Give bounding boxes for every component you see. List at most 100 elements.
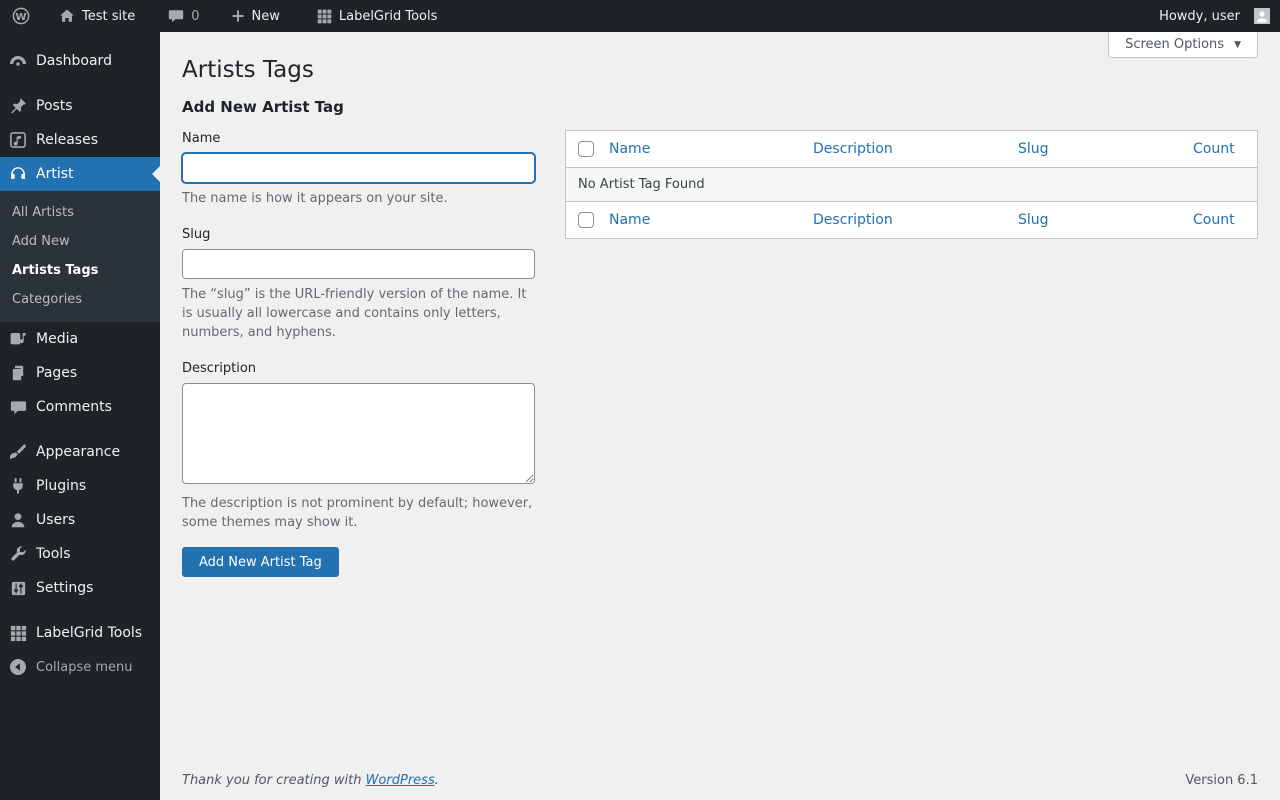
name-input[interactable] — [182, 153, 535, 183]
plus-icon — [230, 8, 246, 24]
footer-thanks: Thank you for creating with WordPress. — [182, 773, 439, 788]
sidebar-item-plugins[interactable]: Plugins — [0, 469, 160, 503]
submenu-item-artists-tags[interactable]: Artists Tags — [0, 256, 160, 285]
sidebar-item-label: Artist — [36, 166, 74, 182]
comments-menu[interactable]: 0 — [157, 0, 209, 32]
paintbrush-icon — [8, 442, 28, 462]
site-name-label: Test site — [82, 8, 136, 24]
sidebar-item-label: Media — [36, 331, 79, 347]
sidebar-item-posts[interactable]: Posts — [0, 89, 160, 123]
wordpress-logo-icon: W — [11, 6, 31, 26]
collapse-menu-button[interactable]: Collapse menu — [0, 650, 160, 684]
howdy-label: Howdy, user — [1159, 8, 1240, 24]
sidebar-item-dashboard[interactable]: Dashboard — [0, 44, 160, 78]
footer-thanks-suffix: . — [434, 773, 439, 788]
sliders-icon — [8, 579, 28, 598]
description-hint: The description is not prominent by defa… — [182, 496, 533, 530]
dashboard-gauge-icon — [8, 51, 28, 71]
media-icon — [8, 329, 28, 349]
sidebar-item-label: Comments — [36, 399, 112, 415]
submenu-item-categories[interactable]: Categories — [0, 285, 160, 314]
submenu-item-all-artists[interactable]: All Artists — [0, 198, 160, 227]
slug-label: Slug — [182, 227, 211, 242]
main-content: Screen Options ▼ Artists Tags Add New Ar… — [160, 32, 1280, 800]
sidebar-item-label: Collapse menu — [36, 659, 133, 675]
slug-input[interactable] — [182, 249, 535, 279]
submenu-item-add-new[interactable]: Add New — [0, 227, 160, 256]
sidebar-item-appearance[interactable]: Appearance — [0, 435, 160, 469]
sort-count-column[interactable]: Count — [1193, 141, 1235, 157]
grid-icon — [316, 8, 333, 25]
add-artist-tag-form: Add New Artist Tag Name The name is how … — [182, 98, 535, 577]
comment-count: 0 — [191, 8, 200, 24]
sidebar-item-releases[interactable]: Releases — [0, 123, 160, 157]
sort-description-column[interactable]: Description — [813, 141, 893, 157]
sidebar-item-label: Releases — [36, 132, 98, 148]
page-title: Artists Tags — [182, 57, 314, 83]
table-footer-row: Name Description Slug Count — [566, 202, 1257, 238]
sort-name-column-footer[interactable]: Name — [609, 212, 650, 228]
sort-count-column-footer[interactable]: Count — [1193, 212, 1235, 228]
headphones-icon — [8, 164, 28, 184]
my-account-menu[interactable]: Howdy, user — [1159, 0, 1270, 32]
sidebar-item-label: LabelGrid Tools — [36, 625, 143, 641]
sidebar-item-artist[interactable]: Artist — [0, 157, 160, 191]
sidebar-item-pages[interactable]: Pages — [0, 356, 160, 390]
home-icon — [58, 7, 76, 25]
sidebar-item-label: Pages — [36, 365, 78, 381]
sort-slug-column-footer[interactable]: Slug — [1018, 212, 1049, 228]
person-icon — [8, 510, 28, 530]
sidebar-item-label: Settings — [36, 580, 94, 596]
sort-description-column-footer[interactable]: Description — [813, 212, 893, 228]
sidebar-item-tools[interactable]: Tools — [0, 537, 160, 571]
select-all-checkbox[interactable] — [578, 141, 594, 157]
collapse-arrow-icon — [8, 657, 28, 677]
wrench-icon — [8, 544, 28, 564]
sidebar-item-labelgrid-tools[interactable]: LabelGrid Tools — [0, 616, 160, 650]
form-heading: Add New Artist Tag — [182, 98, 344, 116]
comment-bubble-icon — [167, 7, 185, 25]
chevron-down-icon: ▼ — [1234, 39, 1241, 50]
labelgrid-label: LabelGrid Tools — [338, 8, 438, 24]
new-label: New — [251, 8, 280, 24]
empty-table-message: No Artist Tag Found — [566, 167, 1257, 202]
sidebar-item-media[interactable]: Media — [0, 322, 160, 356]
slug-hint: The “slug” is the URL-friendly version o… — [182, 287, 527, 340]
artist-tags-table: Name Description Slug Count No Artist Ta… — [565, 130, 1258, 239]
add-new-artist-tag-button[interactable]: Add New Artist Tag — [182, 547, 339, 577]
footer-thanks-prefix: Thank you for creating with — [182, 773, 366, 788]
grid-icon — [8, 624, 28, 643]
sidebar-item-label: Dashboard — [36, 53, 112, 69]
pushpin-icon — [8, 96, 28, 116]
wordpress-link[interactable]: WordPress — [366, 773, 435, 788]
sidebar-item-label: Appearance — [36, 444, 121, 460]
admin-sidebar: Dashboard Posts Releases Artist All Arti… — [0, 32, 160, 800]
sidebar-item-users[interactable]: Users — [0, 503, 160, 537]
name-label: Name — [182, 131, 221, 146]
sidebar-item-label: Users — [36, 512, 76, 528]
svg-text:W: W — [15, 12, 26, 23]
plug-icon — [8, 476, 28, 496]
sidebar-item-comments[interactable]: Comments — [0, 390, 160, 424]
sort-name-column[interactable]: Name — [609, 141, 650, 157]
sidebar-item-label: Plugins — [36, 478, 87, 494]
sidebar-item-label: Tools — [36, 546, 71, 562]
screen-options-button[interactable]: Screen Options ▼ — [1108, 32, 1258, 58]
admin-footer: Thank you for creating with WordPress. V… — [182, 773, 1258, 788]
description-textarea[interactable] — [182, 383, 535, 484]
table-header-row: Name Description Slug Count — [566, 131, 1257, 167]
footer-version: Version 6.1 — [1185, 773, 1258, 788]
screen-options-label: Screen Options — [1125, 37, 1225, 52]
select-all-checkbox-footer[interactable] — [578, 212, 594, 228]
comment-bubble-icon — [8, 398, 28, 417]
name-hint: The name is how it appears on your site. — [182, 191, 448, 206]
sidebar-item-label: Posts — [36, 98, 73, 114]
admin-bar: W Test site 0 New LabelGrid Tools Howdy,… — [0, 0, 1280, 32]
site-name-menu[interactable]: Test site — [48, 0, 145, 32]
sidebar-item-settings[interactable]: Settings — [0, 571, 160, 605]
new-content-menu[interactable]: New — [220, 0, 290, 32]
wordpress-logo-menu[interactable]: W — [0, 0, 42, 32]
sort-slug-column[interactable]: Slug — [1018, 141, 1049, 157]
empty-table-row: No Artist Tag Found — [566, 167, 1257, 202]
labelgrid-tools-menu[interactable]: LabelGrid Tools — [306, 0, 448, 32]
